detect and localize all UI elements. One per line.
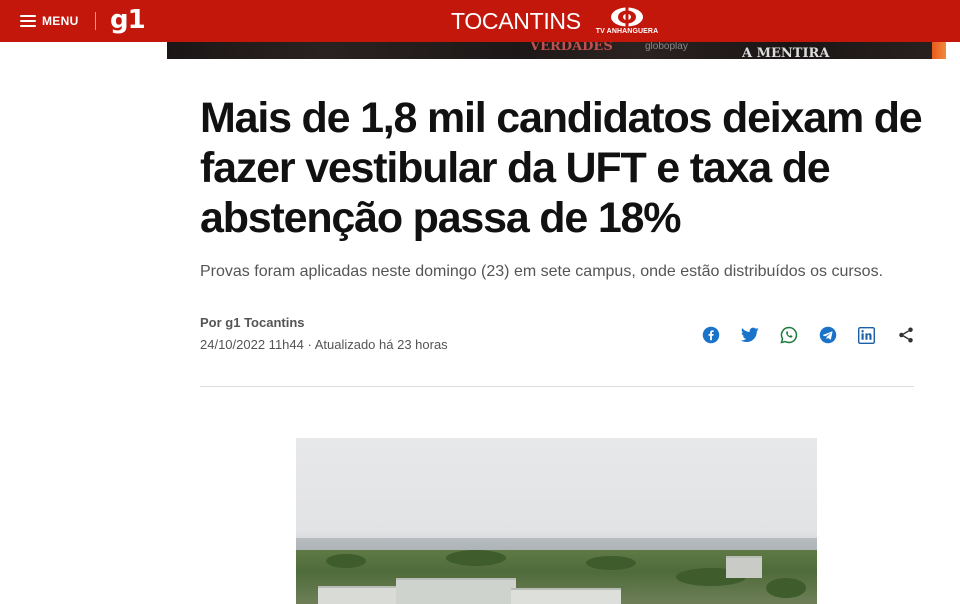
share-twitter-button[interactable] <box>741 325 780 345</box>
tv-anhanguera-emblem-icon <box>611 7 643 27</box>
banner-text-mentira: A MENTIRA <box>742 46 830 59</box>
top-navigation-bar: MENU g1 TOCANTINS TV ANHANGUERA <box>0 0 960 42</box>
hamburger-icon <box>20 15 36 27</box>
image-building <box>511 588 621 604</box>
telegram-icon <box>819 326 837 344</box>
image-tree <box>446 550 506 566</box>
share-facebook-button[interactable] <box>702 325 741 345</box>
image-building <box>318 586 408 604</box>
banner-accent <box>932 42 946 59</box>
promo-banner[interactable]: VERDADES globoplay A MENTIRA <box>167 42 946 59</box>
share-linkedin-button[interactable] <box>858 325 897 345</box>
banner-text-verdades: VERDADES <box>530 42 613 54</box>
article-subheadline: Provas foram aplicadas neste domingo (23… <box>200 263 884 280</box>
image-building <box>726 556 762 578</box>
article-lead-image[interactable] <box>296 438 817 604</box>
whatsapp-icon <box>780 326 798 344</box>
menu-button[interactable]: MENU <box>20 12 79 30</box>
share-whatsapp-button[interactable] <box>780 325 819 345</box>
image-tree <box>326 554 366 568</box>
affiliate-name: TV ANHANGUERA <box>595 28 659 35</box>
tv-anhanguera-logo[interactable]: TV ANHANGUERA <box>594 7 660 37</box>
share-icon <box>899 327 913 343</box>
share-bar <box>702 325 936 345</box>
article-dateline: 24/10/2022 11h44 · Atualizado há 23 hora… <box>200 337 448 352</box>
facebook-icon <box>702 326 720 344</box>
share-generic-button[interactable] <box>897 325 936 345</box>
article-header-divider <box>200 386 914 387</box>
linkedin-icon <box>858 326 875 344</box>
banner-text-globoplay: globoplay <box>645 42 688 52</box>
menu-label: MENU <box>42 14 79 28</box>
image-tree <box>586 556 636 570</box>
image-tree <box>766 578 806 598</box>
g1-logo[interactable]: g1 <box>110 5 146 35</box>
share-telegram-button[interactable] <box>819 325 858 345</box>
twitter-icon <box>741 327 759 342</box>
image-building <box>396 578 516 604</box>
article-byline: Por g1 Tocantins <box>200 315 305 330</box>
header-divider <box>95 12 96 30</box>
article-headline: Mais de 1,8 mil candidatos deixam de faz… <box>200 94 923 242</box>
region-title[interactable]: TOCANTINS <box>451 8 581 35</box>
